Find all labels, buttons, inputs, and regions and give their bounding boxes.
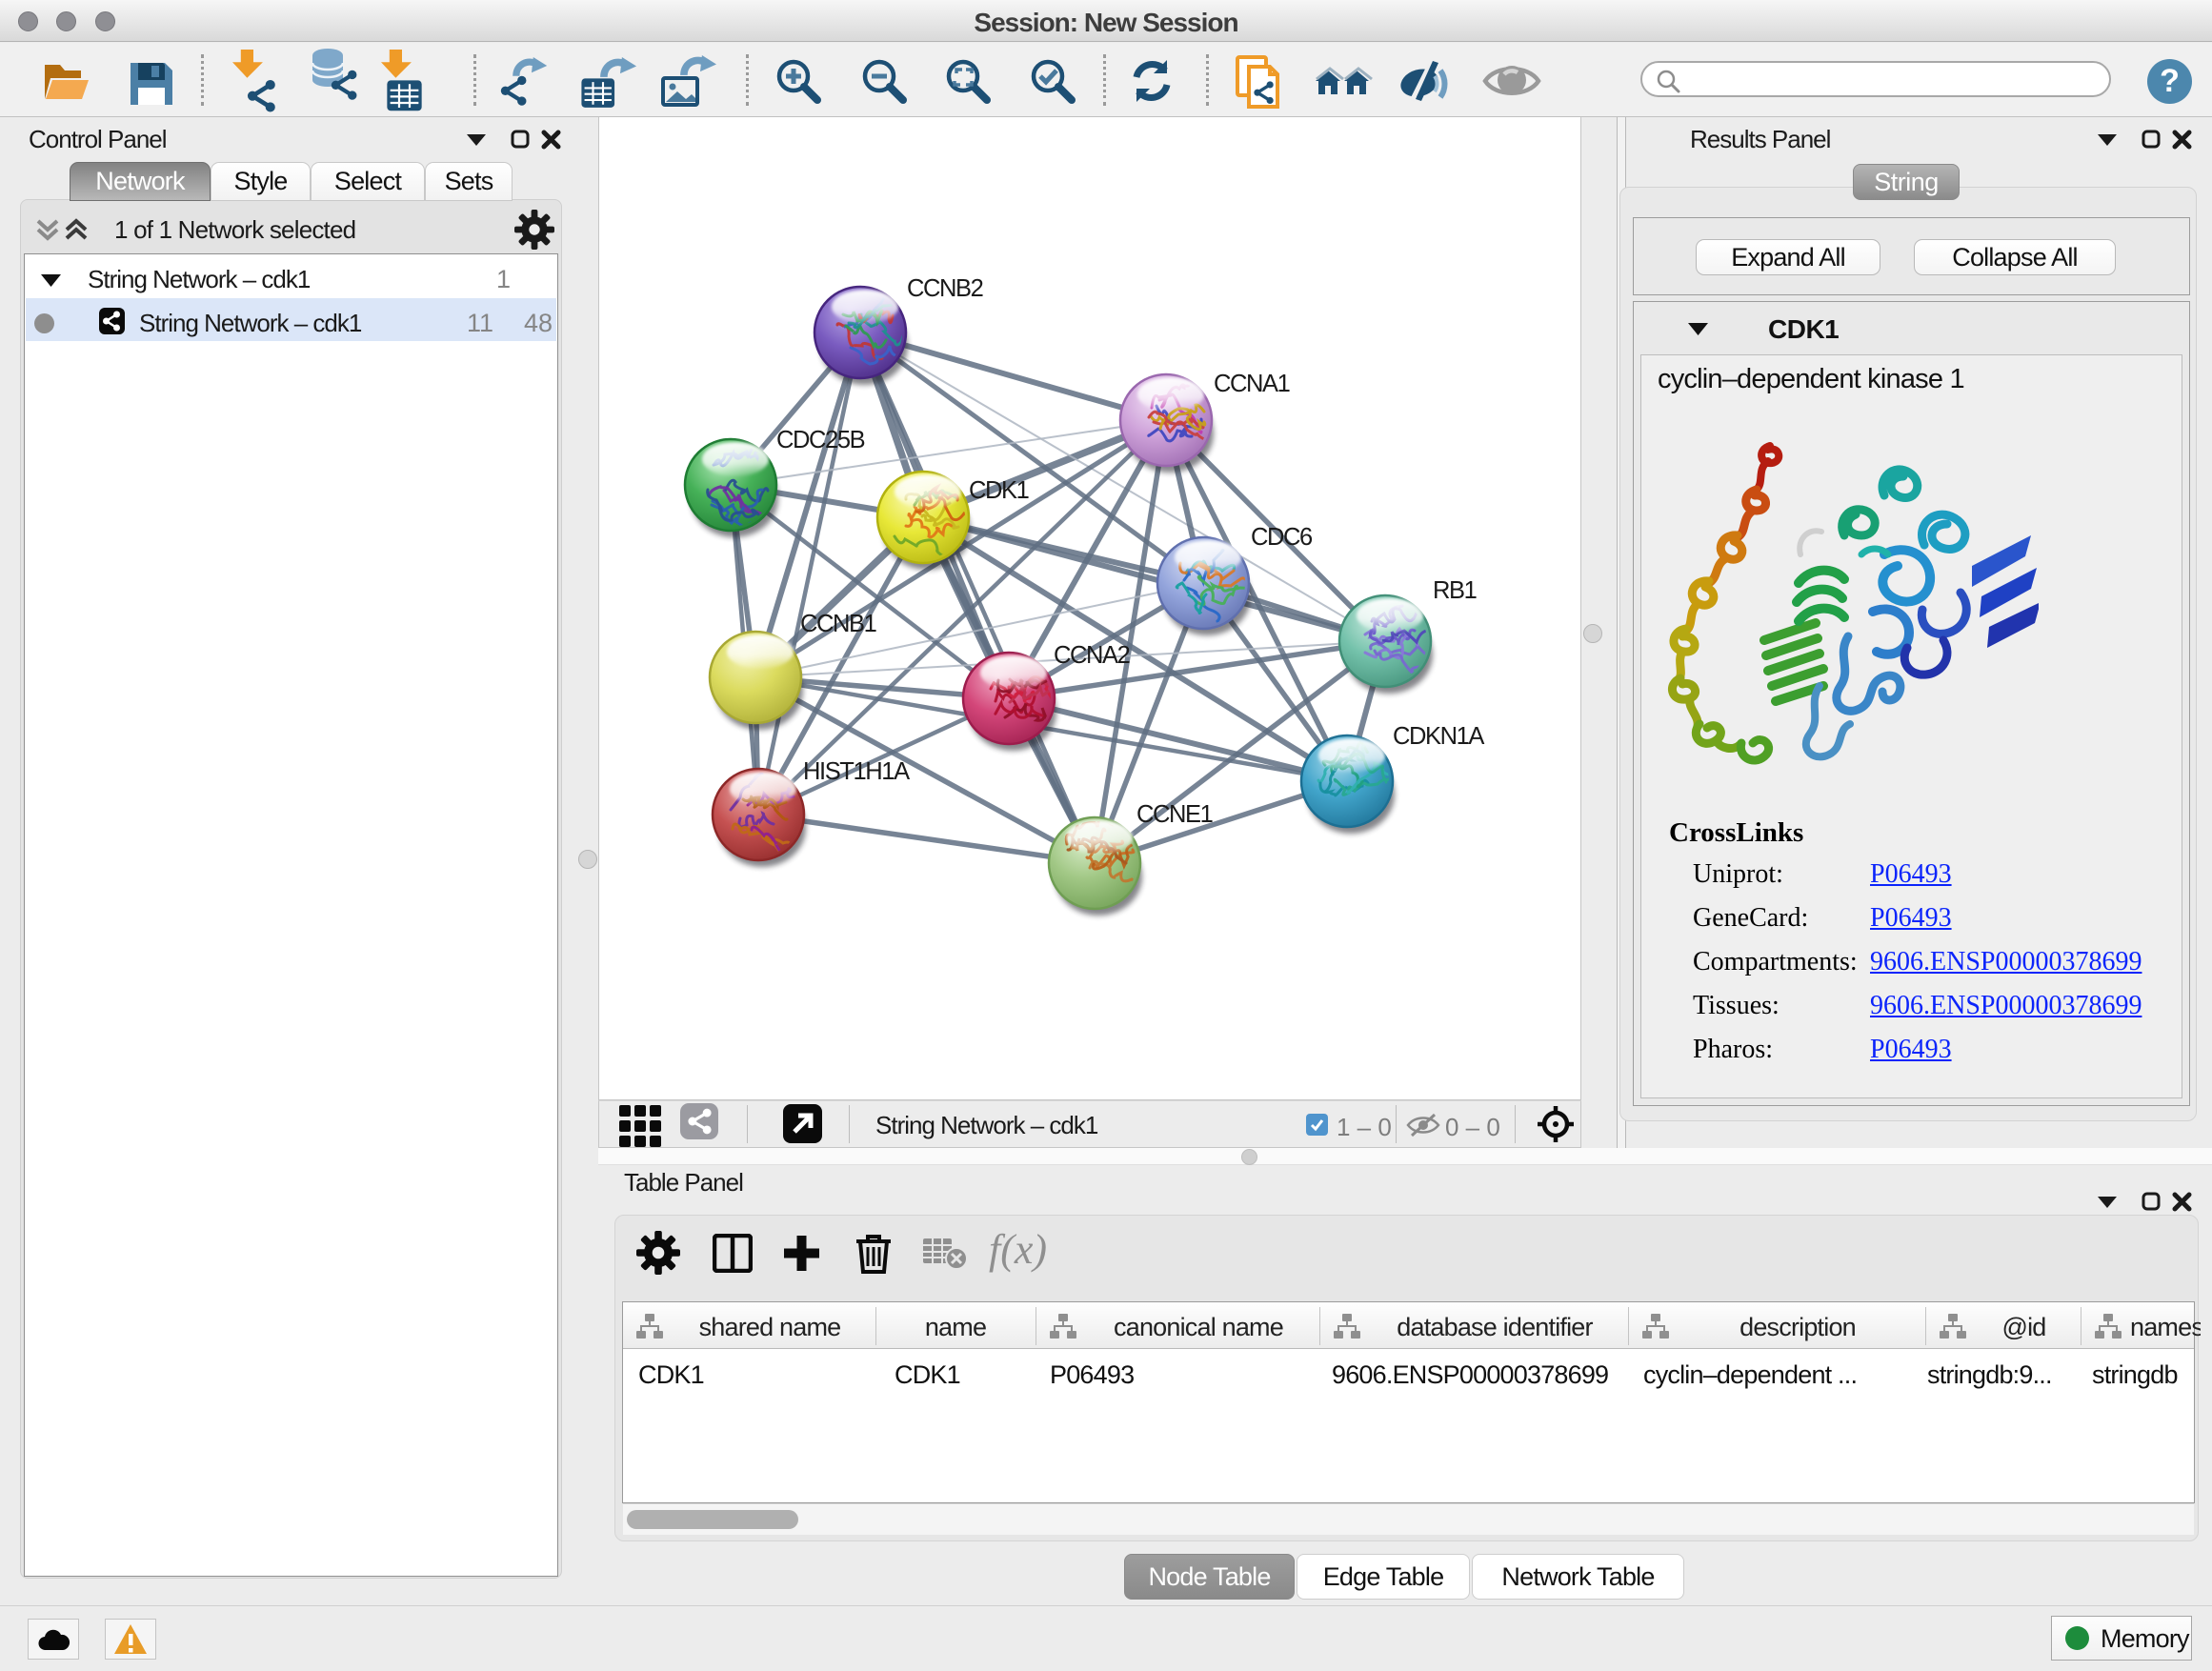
svg-text:CCNA2: CCNA2 — [1054, 642, 1130, 669]
svg-text:CCNA1: CCNA1 — [1214, 371, 1290, 397]
svg-text:CCNB2: CCNB2 — [907, 275, 983, 302]
svg-text:HIST1H1A: HIST1H1A — [803, 758, 910, 785]
svg-text:CDKN1A: CDKN1A — [1393, 723, 1484, 750]
svg-text:CCNE1: CCNE1 — [1136, 801, 1213, 828]
svg-text:CDC6: CDC6 — [1251, 524, 1313, 551]
svg-text:CDC25B: CDC25B — [776, 427, 865, 453]
svg-text:RB1: RB1 — [1433, 577, 1477, 604]
svg-text:CCNB1: CCNB1 — [800, 611, 876, 637]
svg-text:CDK1: CDK1 — [969, 477, 1029, 504]
svg-text:?: ? — [2160, 63, 2180, 99]
